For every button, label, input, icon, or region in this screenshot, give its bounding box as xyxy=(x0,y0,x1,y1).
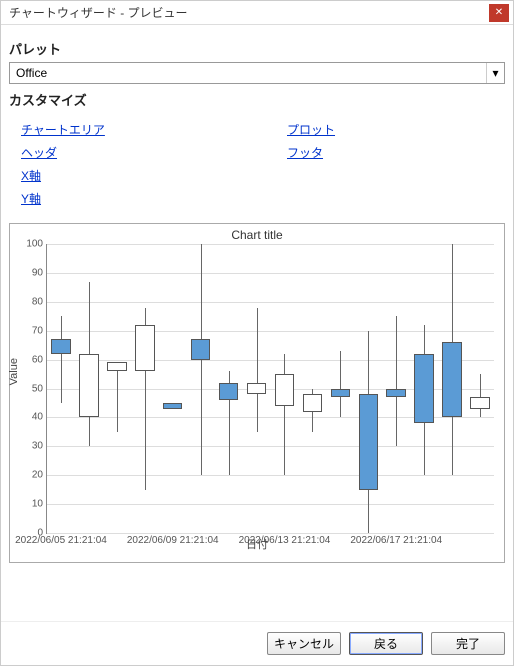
content-area: パレット Office ▾ カスタマイズ チャートエリア プロット ヘッダ フッ… xyxy=(1,25,513,621)
finish-button[interactable]: 完了 xyxy=(431,632,505,655)
button-bar: キャンセル 戻る 完了 xyxy=(1,621,513,665)
gridline xyxy=(47,446,494,447)
candle-body xyxy=(79,354,99,418)
candle-wick xyxy=(257,308,258,432)
x-tick-label: 2022/06/17 21:21:04 xyxy=(350,533,442,546)
palette-selected: Office xyxy=(10,66,486,80)
y-tick-label: 100 xyxy=(26,239,47,250)
plot-canvas: 01020304050607080901002022/06/05 21:21:0… xyxy=(46,244,494,534)
link-footer[interactable]: フッタ xyxy=(287,144,493,161)
candle-body xyxy=(135,325,155,371)
customize-links: チャートエリア プロット ヘッダ フッタ X軸 Y軸 xyxy=(9,113,505,219)
candle-body xyxy=(359,394,379,489)
candle-wick xyxy=(480,374,481,417)
palette-label: パレット xyxy=(9,39,505,58)
candle-body xyxy=(414,354,434,423)
candle-body xyxy=(275,374,295,406)
link-xaxis[interactable]: X軸 xyxy=(21,167,227,184)
y-tick-label: 60 xyxy=(32,354,47,365)
y-axis-label: Value xyxy=(8,358,20,385)
candle-body xyxy=(247,383,267,395)
candle-body xyxy=(470,397,490,409)
window-title: チャートウィザード - プレビュー xyxy=(5,4,489,21)
candle-body xyxy=(386,389,406,398)
gridline xyxy=(47,273,494,274)
close-icon: ✕ xyxy=(495,7,503,18)
candle-wick xyxy=(61,316,62,403)
candle-body xyxy=(331,389,351,398)
chart-preview: Chart title Value 0102030405060708090100… xyxy=(9,223,505,563)
chart-title: Chart title xyxy=(10,224,504,244)
candle-wick xyxy=(284,354,285,475)
y-tick-label: 80 xyxy=(32,296,47,307)
x-tick-label: 2022/06/13 21:21:04 xyxy=(239,533,331,546)
candle-body xyxy=(219,383,239,400)
plot-area: 01020304050607080901002022/06/05 21:21:0… xyxy=(46,244,494,534)
chevron-down-icon: ▾ xyxy=(486,63,504,83)
candle-wick xyxy=(201,244,202,475)
candle-body xyxy=(163,403,183,409)
link-yaxis[interactable]: Y軸 xyxy=(21,190,227,207)
gridline xyxy=(47,331,494,332)
titlebar: チャートウィザード - プレビュー ✕ xyxy=(1,1,513,25)
candle-body xyxy=(107,362,127,371)
gridline xyxy=(47,504,494,505)
candle-wick xyxy=(117,362,118,431)
candle-body xyxy=(442,342,462,417)
gridline xyxy=(47,475,494,476)
y-tick-label: 70 xyxy=(32,325,47,336)
x-tick-label: 2022/06/05 21:21:04 xyxy=(15,533,107,546)
x-tick-label: 2022/06/09 21:21:04 xyxy=(127,533,219,546)
candle-body xyxy=(51,339,71,353)
customize-label: カスタマイズ xyxy=(9,90,505,109)
y-tick-label: 10 xyxy=(32,499,47,510)
candle-body xyxy=(191,339,211,359)
candle-body xyxy=(303,394,323,411)
y-tick-label: 30 xyxy=(32,441,47,452)
y-tick-label: 50 xyxy=(32,383,47,394)
palette-dropdown[interactable]: Office ▾ xyxy=(9,62,505,84)
chart-wizard-window: チャートウィザード - プレビュー ✕ パレット Office ▾ カスタマイズ… xyxy=(0,0,514,666)
candle-wick xyxy=(396,316,397,446)
back-button[interactable]: 戻る xyxy=(349,632,423,655)
candle-wick xyxy=(340,351,341,417)
cancel-button[interactable]: キャンセル xyxy=(267,632,341,655)
link-header[interactable]: ヘッダ xyxy=(21,144,227,161)
gridline xyxy=(47,302,494,303)
link-plot[interactable]: プロット xyxy=(287,121,493,138)
link-chart-area[interactable]: チャートエリア xyxy=(21,121,227,138)
close-button[interactable]: ✕ xyxy=(489,4,509,22)
gridline xyxy=(47,244,494,245)
y-tick-label: 40 xyxy=(32,412,47,423)
y-tick-label: 90 xyxy=(32,267,47,278)
y-tick-label: 20 xyxy=(32,470,47,481)
